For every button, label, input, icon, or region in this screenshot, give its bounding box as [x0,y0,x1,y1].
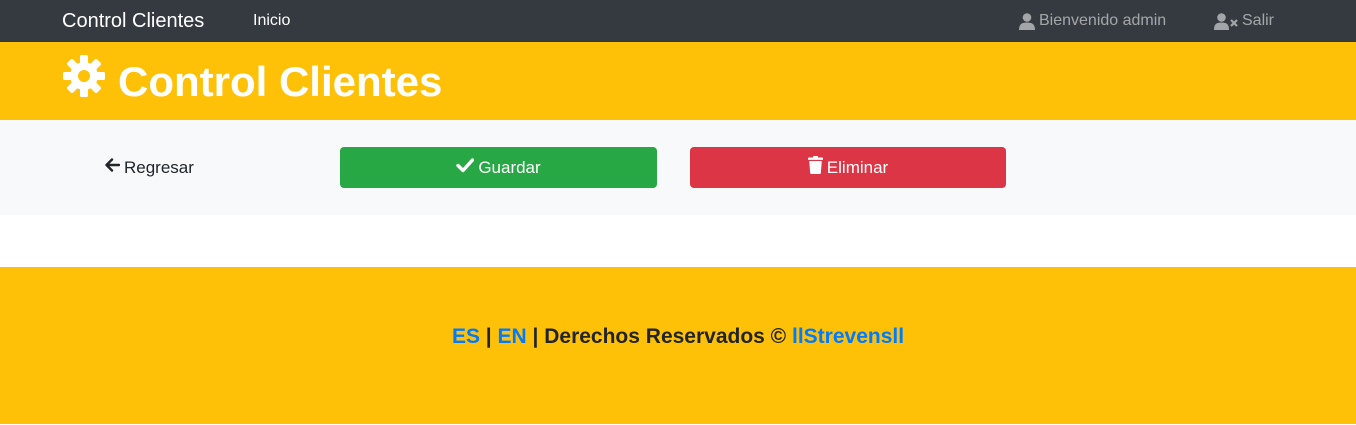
user-times-icon [1214,12,1238,30]
page-header: Control Clientes [0,42,1356,120]
back-link[interactable]: Regresar [104,157,194,179]
check-icon [456,157,475,178]
welcome-label: Bienvenido admin [1039,12,1167,29]
user-icon [1019,12,1035,30]
navbar-brand[interactable]: Control Clientes [62,9,204,33]
page-title-text: Control Clientes [118,58,443,105]
logout-label: Salir [1242,12,1275,29]
delete-button[interactable]: Eliminar [690,147,1006,188]
lang-en-link[interactable]: EN [498,325,527,348]
footer-text: ES | EN | Derechos Reservados © llStreve… [0,324,1356,350]
delete-label: Eliminar [826,157,889,177]
save-button[interactable]: Guardar [340,147,657,188]
page-title: Control Clientes [62,54,442,110]
trash-icon [807,156,823,179]
page-footer: ES | EN | Derechos Reservados © llStreve… [0,267,1356,424]
author-link[interactable]: llStrevensll [792,325,904,348]
arrow-left-icon [104,157,121,179]
lang-es-link[interactable]: ES [452,325,480,348]
actions-bar: Regresar Guardar Eliminar [0,120,1356,215]
nav-link-inicio[interactable]: Inicio [253,11,290,31]
back-label: Regresar [124,158,194,177]
top-navbar: Control Clientes Inicio Bienvenido admin… [0,0,1356,42]
nav-welcome-link[interactable]: Bienvenido admin [1019,11,1166,31]
footer-rights: | Derechos Reservados © [526,325,792,348]
save-label: Guardar [478,157,541,177]
nav-logout-link[interactable]: Salir [1214,11,1274,31]
footer-separator: | [479,325,498,348]
gear-icon [62,54,106,110]
